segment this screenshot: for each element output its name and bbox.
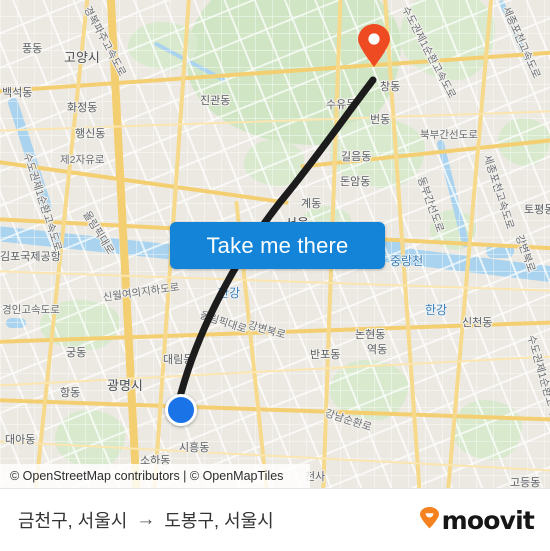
origin-label: 금천구, 서울시 <box>18 511 128 531</box>
route-summary: 금천구, 서울시 → 도봉구, 서울시 <box>18 489 274 551</box>
destination-pin[interactable] <box>357 24 391 68</box>
arrow-right-icon: → <box>136 509 156 530</box>
footer-bar: 금천구, 서울시 → 도봉구, 서울시 moovit <box>0 488 550 551</box>
moovit-wordmark: moovit <box>441 505 535 535</box>
moovit-pin-icon <box>419 506 440 534</box>
destination-label: 도봉구, 서울시 <box>164 511 274 531</box>
attribution-text: © OpenStreetMap contributors | © OpenMap… <box>10 469 284 483</box>
origin-dot[interactable] <box>165 394 197 426</box>
map-screen: 풍동고양시백석동화정동행신동진관동수유동창동번동길음동돈암동계동서울궁동광명시항… <box>0 0 550 551</box>
moovit-logo[interactable]: moovit <box>419 489 535 551</box>
map-attribution[interactable]: © OpenStreetMap contributors | © OpenMap… <box>0 464 310 488</box>
take-me-there-button[interactable]: Take me there <box>170 222 385 269</box>
